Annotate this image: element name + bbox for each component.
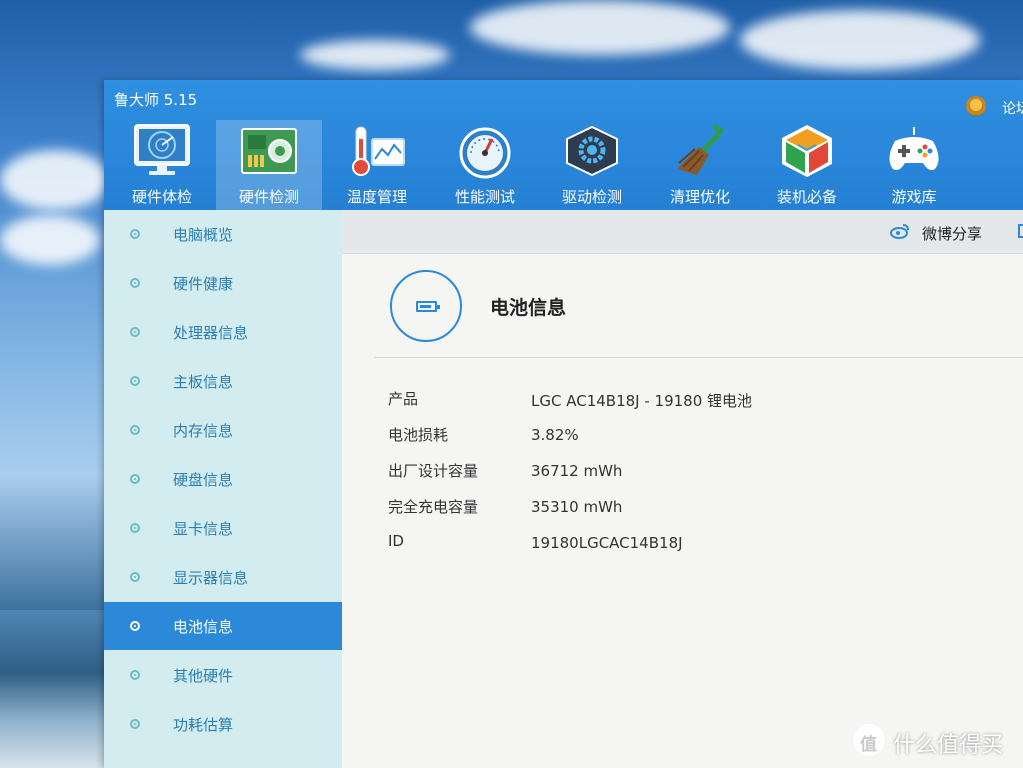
tool-label: 硬件体检: [131, 188, 192, 206]
desktop-cloud: [300, 40, 450, 70]
sidebar-item-power-estimate[interactable]: 功耗估算: [104, 700, 342, 748]
info-row-product: 产品 LGC AC14B18J - 19180 锂电池: [388, 388, 1008, 418]
sidebar-item-cpu[interactable]: 处理器信息: [104, 308, 342, 356]
tool-cleanup[interactable]: 清理优化: [647, 120, 753, 212]
tool-hardware-detect[interactable]: 硬件检测: [216, 120, 322, 212]
battery-badge: [390, 270, 462, 342]
tool-driver[interactable]: 驱动检测: [539, 120, 645, 212]
battery-info-panel: 电池信息 产品 LGC AC14B18J - 19180 锂电池 电池损耗 3.…: [342, 254, 1023, 768]
sidebar-item-label: 处理器信息: [173, 324, 249, 342]
info-row-design-capacity: 出厂设计容量 36712 mWh: [388, 460, 1008, 490]
sidebar-item-label: 硬件健康: [173, 275, 234, 293]
bullet-icon: [130, 670, 140, 680]
info-key: 完全充电容量: [388, 498, 479, 516]
bullet-icon: [130, 719, 140, 729]
sidebar-item-label: 电池信息: [173, 618, 234, 636]
sidebar-item-gpu[interactable]: 显卡信息: [104, 504, 342, 552]
tool-label: 性能测试: [454, 188, 515, 206]
info-value: 36712 mWh: [531, 462, 623, 480]
tool-label: 驱动检测: [561, 188, 622, 206]
tool-essentials[interactable]: 装机必备: [754, 120, 860, 212]
info-row-id: ID 19180LGCAC14B18J: [388, 532, 1008, 562]
sidebar-item-label: 功耗估算: [173, 716, 234, 734]
desktop-cloud: [0, 150, 110, 210]
sidebar-item-motherboard[interactable]: 主板信息: [104, 357, 342, 405]
info-value: 3.82%: [531, 426, 579, 444]
sidebar-item-label: 显示器信息: [173, 569, 249, 587]
info-key: 产品: [388, 390, 419, 408]
info-value: LGC AC14B18J - 19180 锂电池: [531, 392, 753, 410]
bullet-icon: [130, 621, 140, 631]
sidebar-item-overview[interactable]: 电脑概览: [104, 210, 342, 258]
forum-link[interactable]: 论坛: [1002, 98, 1023, 118]
tool-hardware-checkup[interactable]: 硬件体检: [109, 120, 215, 212]
info-value: 19180LGCAC14B18J: [531, 534, 683, 552]
section-title: 电池信息: [490, 297, 567, 319]
tool-label: 装机必备: [776, 188, 837, 206]
bullet-icon: [130, 327, 140, 337]
sidebar-item-battery[interactable]: 电池信息: [104, 602, 342, 650]
broom-icon: [669, 123, 731, 179]
watermark-logo: [853, 724, 885, 756]
gear-icon: [561, 123, 623, 179]
tool-temperature[interactable]: 温度管理: [324, 120, 430, 212]
radar-icon: [131, 123, 193, 179]
sub-toolbar: 微博分享: [342, 210, 1023, 254]
info-key: ID: [388, 532, 404, 550]
bullet-icon: [130, 425, 140, 435]
tool-games[interactable]: 游戏库: [861, 120, 967, 212]
tool-label: 硬件检测: [238, 188, 299, 206]
sidebar-item-monitor[interactable]: 显示器信息: [104, 553, 342, 601]
weibo-share-button[interactable]: 微博分享: [922, 223, 982, 244]
bullet-icon: [130, 523, 140, 533]
tool-label: 清理优化: [669, 188, 730, 206]
info-key: 电池损耗: [388, 426, 449, 444]
package-cube-icon: [776, 123, 838, 179]
tool-label: 游戏库: [891, 188, 937, 206]
info-value: 35310 mWh: [531, 498, 623, 516]
info-row-full-charge-capacity: 完全充电容量 35310 mWh: [388, 496, 1008, 526]
bullet-icon: [130, 474, 140, 484]
title-bar: 鲁大师 5.15 论坛 硬件体检: [104, 80, 1023, 212]
sidebar-item-health[interactable]: 硬件健康: [104, 259, 342, 307]
speedometer-icon: [454, 123, 516, 179]
app-title: 鲁大师 5.15: [114, 91, 198, 109]
sidebar-item-label: 硬盘信息: [173, 471, 234, 489]
sidebar-item-label: 电脑概览: [173, 226, 234, 244]
info-key: 出厂设计容量: [388, 462, 479, 480]
desktop-cloud: [470, 0, 730, 55]
battery-icon: [416, 301, 440, 312]
sidebar-item-label: 其他硬件: [173, 667, 234, 685]
sidebar: 电脑概览 硬件健康 处理器信息 主板信息 内存信息 硬盘信息 显卡信息 显示器信…: [104, 210, 342, 768]
divider: [374, 357, 1023, 358]
sidebar-item-other-hardware[interactable]: 其他硬件: [104, 651, 342, 699]
bullet-icon: [130, 229, 140, 239]
gamepad-icon: [883, 123, 945, 179]
bullet-icon: [130, 376, 140, 386]
tool-performance[interactable]: 性能测试: [432, 120, 538, 212]
app-window: 鲁大师 5.15 论坛 硬件体检: [104, 80, 1023, 768]
desktop-cloud: [0, 215, 100, 265]
sidebar-item-label: 显卡信息: [173, 520, 234, 538]
sidebar-item-memory[interactable]: 内存信息: [104, 406, 342, 454]
tool-label: 温度管理: [346, 188, 407, 206]
weibo-icon[interactable]: [890, 223, 910, 239]
desktop-cloud: [740, 10, 980, 70]
export-icon[interactable]: [1018, 224, 1023, 238]
sidebar-item-disk[interactable]: 硬盘信息: [104, 455, 342, 503]
medal-icon[interactable]: [966, 96, 986, 116]
thermometer-icon: [346, 123, 408, 179]
sidebar-item-label: 内存信息: [173, 422, 234, 440]
desktop-sea: [0, 610, 110, 768]
bullet-icon: [130, 278, 140, 288]
watermark-text: 什么值得买: [893, 733, 1004, 758]
bullet-icon: [130, 572, 140, 582]
circuit-board-icon: [238, 123, 300, 179]
info-row-wear: 电池损耗 3.82%: [388, 424, 1008, 454]
sidebar-item-label: 主板信息: [173, 373, 234, 391]
